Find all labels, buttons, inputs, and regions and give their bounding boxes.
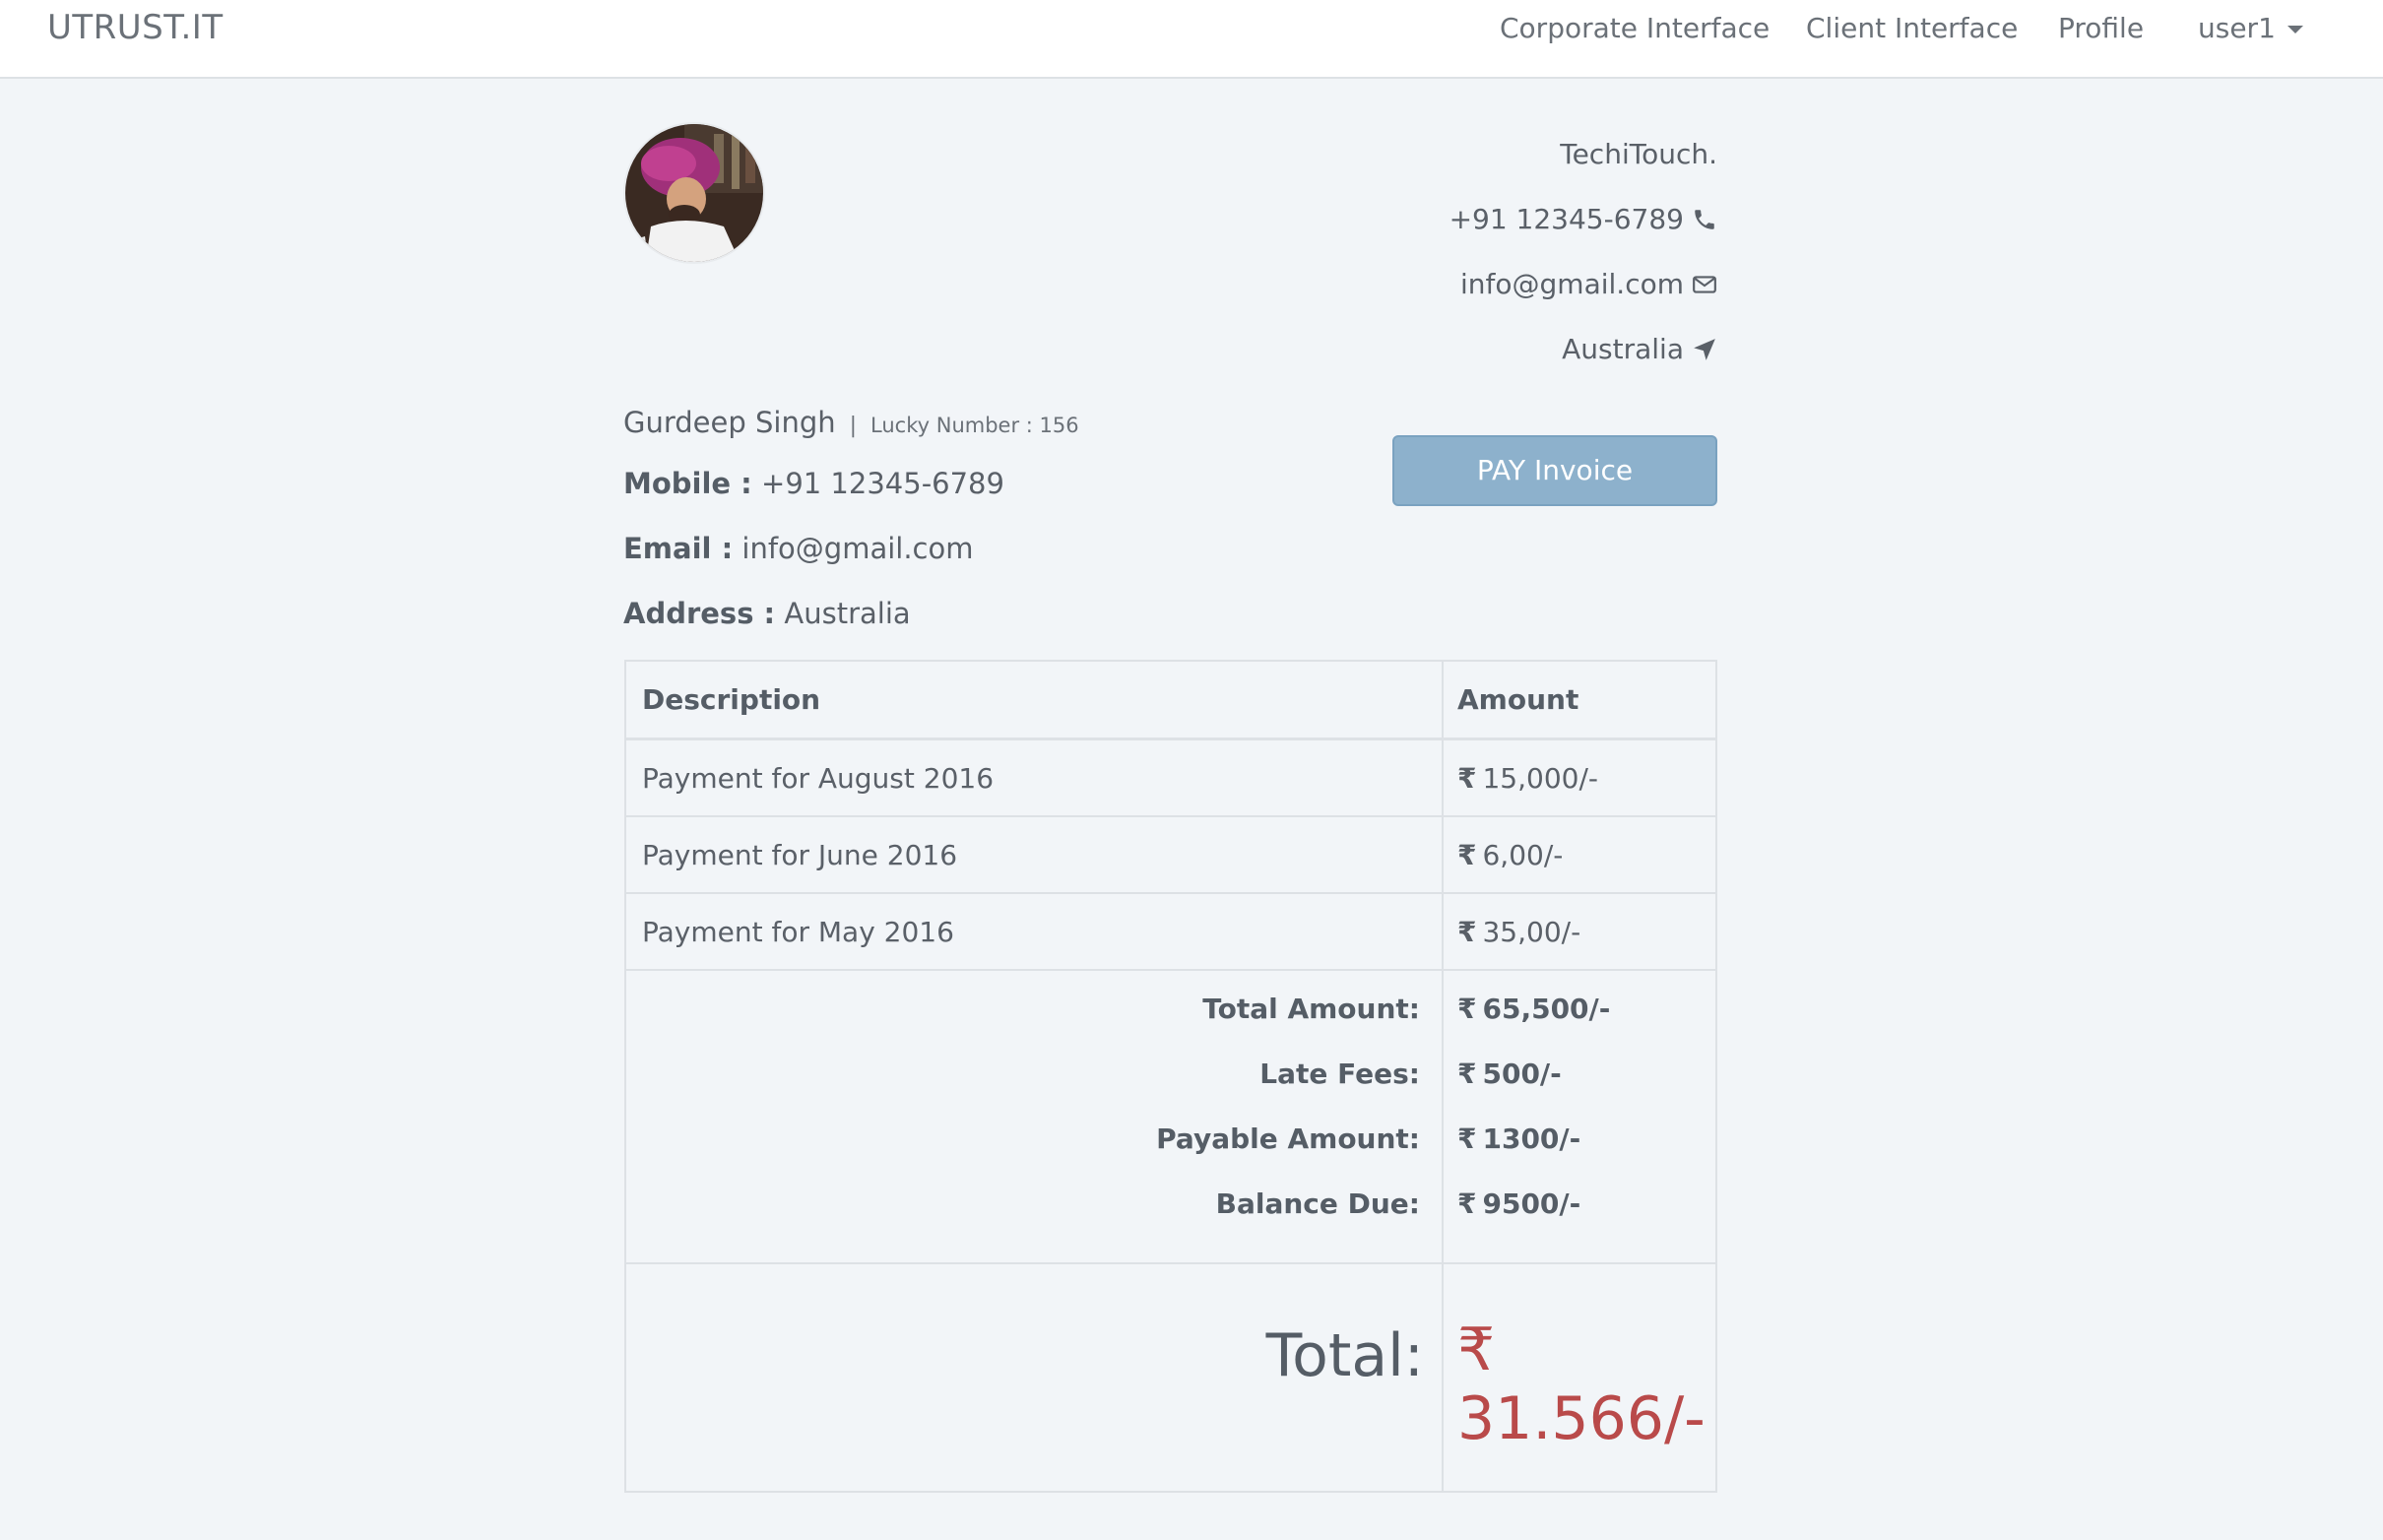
user-menu-label: user1 [2198,12,2276,44]
address-value: Australia [784,597,911,630]
row-description: Payment for June 2016 [642,839,958,871]
table-header-row: Description Amount [626,662,1715,740]
address-label: Address : [623,597,776,630]
row-description: Payment for August 2016 [642,762,995,795]
balance-due-text: 9500/- [1482,1187,1581,1220]
avatar [623,122,765,264]
rupee-icon: ₹ [1457,1187,1477,1220]
nav-client-interface[interactable]: Client Interface [1806,12,2018,44]
rupee-icon: ₹ [1457,1058,1477,1090]
header-description: Description [642,683,821,716]
row-amount: ₹35,00/- [1457,916,1580,948]
nav-corporate-interface[interactable]: Corporate Interface [1500,12,1770,44]
grand-total-value: ₹ 31.566/- [1457,1315,1706,1453]
row-amount: ₹15,000/- [1457,762,1598,795]
rupee-icon: ₹ [1457,993,1477,1025]
mobile-value: +91 12345-6789 [761,467,1004,500]
client-email: Email : info@gmail.com [623,532,973,565]
table-row: Payment for May 2016 ₹35,00/- [626,894,1715,971]
client-name-line: Gurdeep Singh | Lucky Number : 156 [623,406,1079,439]
table-row: Payment for August 2016 ₹15,000/- [626,740,1715,817]
client-address: Address : Australia [623,597,911,630]
table-row: Payment for June 2016 ₹6,00/- [626,817,1715,894]
invoice-table: Description Amount Payment for August 20… [624,660,1717,1493]
company-phone: +91 12345-6789 [1449,203,1684,235]
top-navbar: UTRUST.IT Corporate Interface Client Int… [0,0,2383,79]
email-label: Email : [623,532,734,565]
caret-down-icon [2286,26,2303,33]
rupee-icon: ₹ [1457,916,1477,948]
row-amount-value: 15,000/- [1482,762,1598,795]
row-amount: ₹6,00/- [1457,839,1563,871]
nav-profile[interactable]: Profile [2058,12,2144,44]
total-amount-text: 65,500/- [1482,993,1611,1025]
lucky-number: Lucky Number : 156 [870,414,1079,437]
payable-amount-text: 1300/- [1482,1123,1581,1155]
late-fees-label: Late Fees: [1259,1058,1420,1090]
balance-due-label: Balance Due: [1215,1187,1420,1220]
grand-total-label: Total: [1265,1321,1424,1390]
location-arrow-icon [1694,339,1715,360]
brand-logo[interactable]: UTRUST.IT [47,8,224,47]
rupee-icon: ₹ [1457,762,1477,795]
email-value: info@gmail.com [741,532,974,565]
total-amount-label: Total Amount: [1202,993,1420,1025]
late-fees-value: ₹500/- [1457,1058,1562,1090]
header-amount: Amount [1457,683,1579,716]
phone-icon [1695,210,1714,229]
balance-due-value: ₹9500/- [1457,1187,1580,1220]
envelope-icon [1693,276,1716,293]
user-menu[interactable]: user1 [2198,12,2303,44]
avatar-image [625,124,763,262]
grand-total-row: Total: ₹ 31.566/- [626,1264,1715,1491]
payable-amount-value: ₹1300/- [1457,1123,1580,1155]
company-email: info@gmail.com [1460,268,1684,300]
row-amount-value: 6,00/- [1482,839,1564,871]
summary-section: Total Amount: ₹65,500/- Late Fees: ₹500/… [626,971,1715,1264]
company-location: Australia [1562,333,1684,365]
client-name: Gurdeep Singh [623,406,836,439]
payable-amount-label: Payable Amount: [1156,1123,1420,1155]
pay-invoice-button[interactable]: PAY Invoice [1392,435,1717,506]
company-email-line: info@gmail.com [1449,268,1717,333]
mobile-label: Mobile : [623,467,752,500]
late-fees-text: 500/- [1482,1058,1562,1090]
name-separator: | [849,414,858,438]
company-name: TechiTouch. [1560,138,1717,170]
total-amount-value: ₹65,500/- [1457,993,1610,1025]
company-info: TechiTouch. +91 12345-6789 info@gmail.co… [1449,138,1717,398]
rupee-icon: ₹ [1457,839,1477,871]
company-name-line: TechiTouch. [1449,138,1717,203]
company-location-line: Australia [1449,333,1717,398]
row-description: Payment for May 2016 [642,916,954,948]
company-phone-line: +91 12345-6789 [1449,203,1717,268]
client-mobile: Mobile : +91 12345-6789 [623,467,1004,500]
rupee-icon: ₹ [1457,1123,1477,1155]
row-amount-value: 35,00/- [1482,916,1581,948]
